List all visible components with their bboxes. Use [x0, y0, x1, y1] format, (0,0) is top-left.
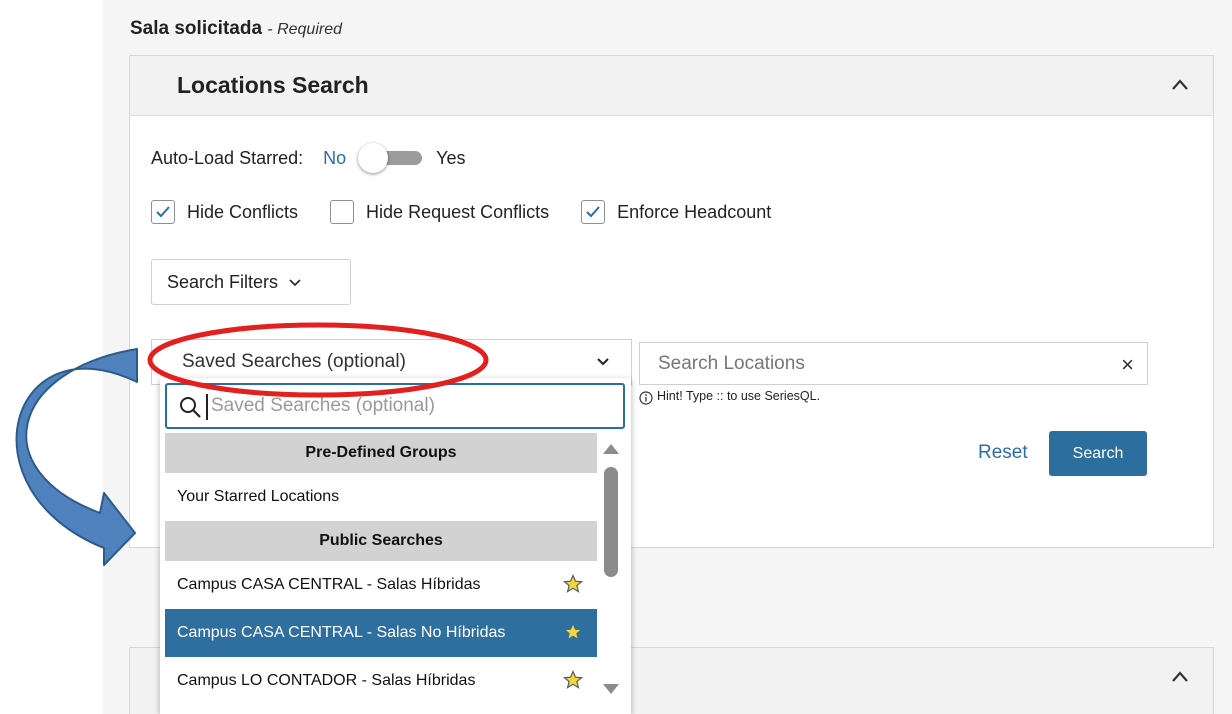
option-label: Campus CASA CENTRAL - Salas No Híbridas: [177, 624, 506, 641]
list-item-selected[interactable]: Campus CASA CENTRAL - Salas No Híbridas: [165, 609, 597, 657]
group-header: Public Searches: [165, 521, 597, 561]
reset-link[interactable]: Reset: [978, 442, 1028, 464]
clear-icon[interactable]: ×: [1121, 352, 1134, 378]
auto-load-toggle[interactable]: [358, 143, 423, 173]
required-note: - Required: [267, 21, 342, 38]
hide-conflicts-checkbox[interactable]: Hide Conflicts: [151, 200, 298, 224]
enforce-headcount-checkbox[interactable]: Enforce Headcount: [581, 200, 771, 224]
hide-request-conflicts-checkbox[interactable]: Hide Request Conflicts: [330, 200, 549, 224]
dropdown-scrollbar[interactable]: [597, 433, 625, 714]
section-label: Sala solicitada - Required: [130, 18, 342, 40]
chevron-down-icon: [597, 358, 609, 366]
section-title: Sala solicitada: [130, 18, 263, 39]
option-label: Your Starred Locations: [177, 488, 340, 505]
seriesql-hint: Hint! Type :: to use SeriesQL.: [639, 389, 820, 405]
hide-request-conflicts-label: Hide Request Conflicts: [366, 201, 550, 222]
group-header: Pre-Defined Groups: [165, 433, 597, 473]
list-item[interactable]: Campus LO CONTADOR - Salas Híbridas: [165, 657, 597, 705]
saved-searches-value: Saved Searches (optional): [182, 351, 406, 372]
auto-load-label: Auto-Load Starred:: [151, 147, 304, 168]
text-cursor: [206, 394, 208, 420]
info-icon: [639, 391, 653, 405]
scroll-up-arrow-icon[interactable]: [602, 443, 620, 455]
scrollbar-thumb[interactable]: [604, 467, 618, 577]
search-icon: [180, 397, 201, 418]
enforce-headcount-label: Enforce Headcount: [617, 201, 772, 222]
search-filters-button[interactable]: Search Filters: [151, 259, 351, 305]
toggle-knob[interactable]: [358, 143, 389, 173]
checkmark-icon: [156, 206, 170, 218]
star-icon[interactable]: [563, 622, 583, 642]
option-label: Campus LO CONTADOR - Salas Híbridas: [177, 672, 476, 689]
saved-searches-filter-input[interactable]: Saved Searches (optional): [165, 383, 625, 429]
panel-title: Locations Search: [177, 72, 369, 98]
star-icon[interactable]: [563, 670, 583, 690]
checkbox-box[interactable]: [581, 200, 606, 224]
hint-text: Hint! Type :: to use SeriesQL.: [657, 389, 821, 403]
panel-header[interactable]: Locations Search: [130, 56, 1213, 116]
chevron-up-icon[interactable]: [1169, 74, 1191, 96]
checkbox-box[interactable]: [330, 200, 355, 224]
star-icon[interactable]: [563, 574, 583, 594]
search-locations-placeholder: Search Locations: [658, 353, 805, 374]
hide-conflicts-label: Hide Conflicts: [187, 201, 299, 222]
checkmark-icon: [586, 206, 600, 218]
checkbox-box[interactable]: [151, 200, 175, 224]
toggle-yes-label[interactable]: Yes: [436, 148, 465, 169]
search-filters-label: Search Filters: [167, 271, 279, 292]
search-button[interactable]: Search: [1049, 431, 1147, 476]
search-locations-input[interactable]: Search Locations ×: [639, 342, 1148, 385]
saved-searches-list: Pre-Defined Groups Your Starred Location…: [165, 433, 597, 705]
auto-load-row: Auto-Load Starred: No Yes: [151, 143, 466, 173]
scroll-down-arrow-icon[interactable]: [602, 683, 620, 695]
chevron-down-icon: [289, 279, 301, 287]
chevron-up-icon[interactable]: [1169, 666, 1191, 688]
option-label: Campus CASA CENTRAL - Salas Híbridas: [177, 576, 481, 593]
conflict-options: Hide Conflicts Hide Request Conflicts En…: [151, 200, 803, 224]
toggle-no-label[interactable]: No: [323, 148, 346, 169]
saved-searches-filter-placeholder: Saved Searches (optional): [211, 395, 435, 416]
saved-searches-dropdown: Saved Searches (optional) Pre-Defined Gr…: [160, 378, 631, 714]
list-item[interactable]: Your Starred Locations: [165, 473, 597, 521]
list-item[interactable]: Campus CASA CENTRAL - Salas Híbridas: [165, 561, 597, 609]
